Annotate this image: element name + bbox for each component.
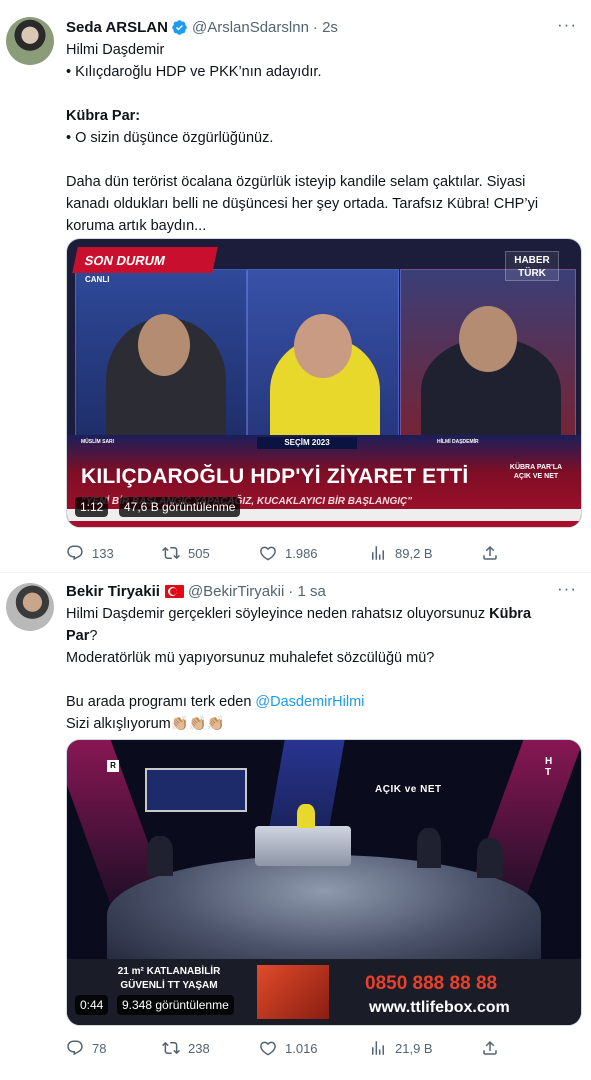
heart-icon: [260, 546, 276, 561]
view-count: 21,9 B: [395, 1040, 433, 1056]
heart-icon: [260, 1041, 276, 1056]
author-name[interactable]: Bekir Tiryakii: [66, 583, 160, 600]
ad-phone: 0850 888 88 88: [365, 973, 498, 994]
share-button[interactable]: [481, 544, 499, 562]
text-line: Bu arada programı terk eden @DasdemirHil…: [66, 694, 365, 710]
share-button[interactable]: [481, 1039, 499, 1057]
more-options-icon[interactable]: ···: [557, 15, 577, 35]
share-icon: [483, 1040, 497, 1055]
studio-screen: [145, 768, 247, 812]
guest-caption-right: HİLMİ DAŞDEMİR: [437, 439, 479, 445]
retweet-button[interactable]: 238: [162, 1039, 210, 1057]
view-count: 89,2 B: [395, 545, 433, 561]
election-tag: SEÇİM 2023: [257, 437, 357, 449]
text-line: Hilmi Daşdemir gerçekleri söyleyince ned…: [66, 606, 532, 622]
tweet-header: Bekir Tiryakii @BekirTiryakii · 1 sa ···: [66, 579, 577, 601]
tweet-text: Hilmi Daşdemir gerçekleri söyleyince ned…: [66, 603, 577, 735]
share-icon: [483, 545, 497, 560]
text-line: koruma artık baydın...: [66, 218, 207, 234]
reply-button[interactable]: 78: [66, 1039, 106, 1057]
turkey-flag-icon: [164, 584, 184, 598]
author-name[interactable]: Seda ARSLAN: [66, 19, 168, 36]
author-handle[interactable]: @ArslanSdarslnn: [192, 19, 309, 36]
retweet-count: 505: [188, 545, 210, 561]
reply-count: 78: [92, 1040, 107, 1056]
views-button[interactable]: 21,9 B: [369, 1039, 433, 1057]
retweet-icon: [162, 546, 180, 560]
ad-image: [257, 965, 329, 1019]
video-view-count: 9.348 görüntülenme: [117, 995, 234, 1015]
like-count: 1.016: [285, 1040, 318, 1056]
video-view-count: 47,6 B görüntülenme: [119, 497, 241, 517]
analytics-icon: [372, 546, 384, 560]
show-name: KÜBRA PAR'LA AÇIK VE NET: [509, 464, 563, 480]
text-line: Daha dün terörist öcalana özgürlük istey…: [66, 174, 526, 190]
text-line: • Kılıçdaroğlu HDP ve PKK’nın adayıdır.: [66, 64, 322, 80]
reply-icon: [67, 545, 83, 561]
text-line: Par?: [66, 628, 98, 644]
tweet-seda-arslan[interactable]: Seda ARSLAN @ArslanSdarslnn · 2s ··· Hil…: [0, 0, 591, 572]
guest-caption-left: MÜSLİM SARI: [81, 439, 115, 445]
ad-url: www.ttlifebox.com: [369, 999, 510, 1016]
verified-badge-icon: [172, 19, 187, 35]
live-label: CANLI: [85, 275, 110, 284]
video-headline: KILIÇDAROĞLU HDP'Yİ ZİYARET ETTİ: [81, 465, 469, 488]
tweet-time[interactable]: · 2s: [313, 19, 338, 36]
tweet-actions: 78 238 1.016 21,9 B: [66, 1038, 506, 1058]
reply-button[interactable]: 133: [66, 544, 114, 562]
reply-count: 133: [92, 545, 114, 561]
video-player[interactable]: SON DURUM CANLI HABER TÜRK MÜSLİM SARI H…: [66, 238, 582, 528]
channel-logo: HABER TÜRK: [505, 251, 559, 281]
video-duration: 0:44: [75, 995, 109, 1015]
corner-logo: R: [107, 760, 119, 772]
tweet-actions: 133 505 1.986 89,2 B: [66, 543, 506, 563]
analytics-icon: [372, 1041, 384, 1055]
retweet-icon: [162, 1041, 180, 1055]
video-panel-middle: [247, 269, 399, 449]
author-handle[interactable]: @BekirTiryakii: [188, 583, 284, 600]
retweet-button[interactable]: 505: [162, 544, 210, 562]
video-panel-right: [400, 269, 576, 449]
views-button[interactable]: 89,2 B: [369, 544, 433, 562]
tweet-time[interactable]: · 1 sa: [288, 583, 326, 600]
text-line: Moderatörlük mü yapıyorsunuz muhalefet s…: [66, 650, 435, 666]
like-button[interactable]: 1.986: [259, 544, 318, 562]
avatar[interactable]: [6, 17, 54, 65]
text-line: Sizi alkışlıyorum👏🏼👏🏼👏🏼: [66, 716, 225, 732]
text-line: • O sizin düşünce özgürlüğünüz.: [66, 130, 274, 146]
video-duration: 1:12: [75, 497, 109, 517]
breaking-banner: SON DURUM: [72, 247, 218, 273]
like-button[interactable]: 1.016: [259, 1039, 318, 1057]
text-line: Hilmi Daşdemir: [66, 42, 165, 58]
video-player[interactable]: R AÇIK ve NET H T 21 m² KATLANABİLİR GÜV…: [66, 739, 582, 1026]
like-count: 1.986: [285, 545, 318, 561]
channel-logo: H T: [545, 756, 553, 778]
show-name: AÇIK ve NET: [375, 784, 442, 795]
mention-link[interactable]: @DasdemirHilmi: [255, 694, 364, 710]
tweet-bekir-tiryakii[interactable]: Bekir Tiryakii @BekirTiryakii · 1 sa ···…: [0, 572, 591, 1062]
ad-text: 21 m² KATLANABİLİR GÜVENLİ TT YAŞAM: [117, 966, 221, 991]
text-line: Kübra Par:: [66, 108, 141, 124]
text-line: kanadı oldukları belli ne düşüncesi her …: [66, 196, 539, 212]
tweet-header: Seda ARSLAN @ArslanSdarslnn · 2s ···: [66, 15, 577, 37]
reply-icon: [67, 1040, 83, 1056]
tweet-text: Hilmi Daşdemir • Kılıçdaroğlu HDP ve PKK…: [66, 39, 577, 237]
avatar[interactable]: [6, 583, 54, 631]
video-panel-left: [75, 269, 247, 449]
studio-desk: [255, 826, 351, 866]
more-options-icon[interactable]: ···: [557, 579, 577, 599]
retweet-count: 238: [188, 1040, 210, 1056]
